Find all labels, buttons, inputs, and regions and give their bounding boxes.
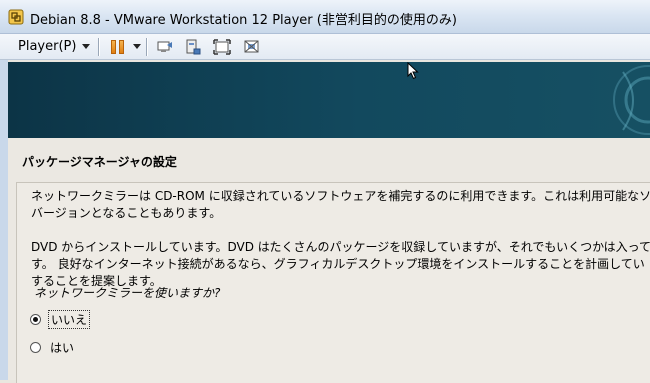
description-line: バージョンとなることもあります。 — [31, 206, 222, 220]
send-ctrl-alt-del-icon[interactable] — [155, 37, 175, 57]
description-line: す。 良好なインターネット接続があるなら、グラフィカルデスクトップ環境をインスト… — [31, 257, 645, 271]
radio-button[interactable] — [30, 342, 41, 353]
player-menu-label: Player(P) — [18, 39, 77, 54]
radio-label-yes[interactable]: はい — [48, 339, 76, 356]
description-line: ネットワークミラーは CD-ROM に収録されているソフトウェアを補完するのに利… — [31, 189, 650, 203]
chevron-down-icon — [82, 44, 91, 49]
debian-installer-banner — [8, 62, 650, 138]
full-screen-icon[interactable] — [212, 37, 232, 57]
unity-mode-icon[interactable] — [242, 37, 262, 57]
page-title: パッケージマネージャの設定 — [22, 155, 177, 169]
window-title: Debian 8.8 - VMware Workstation 12 Playe… — [30, 13, 457, 28]
debian-swirl-graphic — [613, 65, 650, 135]
mouse-cursor-icon — [407, 62, 419, 80]
toolbar: Player(P) — [0, 34, 650, 60]
pause-icon[interactable] — [108, 37, 128, 57]
player-menu-button[interactable]: Player(P) — [12, 37, 96, 57]
question-panel: ネットワークミラーは CD-ROM に収録されているソフトウェアを補完するのに利… — [16, 183, 650, 383]
description-line: DVD からインストールしています。DVD はたくさんのパッケージを収録していま… — [31, 240, 650, 254]
pause-dropdown-chevron-icon[interactable] — [133, 44, 141, 49]
removable-devices-icon[interactable] — [183, 37, 203, 57]
installer-content: パッケージマネージャの設定 ネットワークミラーは CD-ROM に収録されている… — [8, 138, 650, 383]
title-bar: Debian 8.8 - VMware Workstation 12 Playe… — [0, 0, 650, 34]
question-label: ネットワークミラーを使いますか? — [34, 286, 221, 300]
radio-label-no[interactable]: いいえ — [48, 310, 91, 329]
vmware-app-icon[interactable] — [8, 9, 24, 25]
window-frame-left — [0, 60, 8, 380]
radio-button-checked[interactable] — [30, 314, 41, 325]
toolbar-separator — [146, 38, 147, 56]
toolbar-separator — [98, 38, 99, 56]
